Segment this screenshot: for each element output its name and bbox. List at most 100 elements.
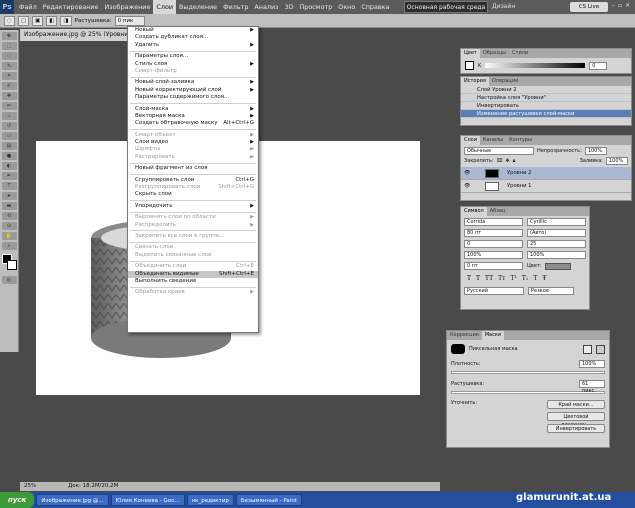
history-row[interactable]: Настройка слоя "Уровни" [461,94,631,102]
menu-1[interactable]: Редактирование [40,0,102,14]
marquee-tool-icon[interactable]: ⬚ [1,42,17,50]
menu-7[interactable]: 3D [282,0,297,14]
type-style-button[interactable]: T [476,275,480,282]
layer-menu-item[interactable]: Векторная маска ▶ [128,113,258,120]
color-swatch[interactable] [465,61,474,70]
taskbar-item[interactable]: Изображение.jpg @... [36,494,109,506]
type-style-button[interactable]: Tт [498,275,505,282]
menu-5[interactable]: Фильтр [220,0,251,14]
type-style-button[interactable]: T [467,275,471,282]
pixel-mask-icon[interactable] [583,344,592,354]
blend-mode-select[interactable]: Обычные [464,147,534,155]
opacity-input[interactable]: 100% [584,147,607,155]
type-style-button[interactable]: T¹ [510,275,516,282]
layer-row[interactable]: 👁︎ Уровни 2 [461,167,631,180]
layer-menu-item[interactable]: Слои видео ▶ [128,139,258,146]
layer-menu-item[interactable]: Удалить ▶ [128,42,258,49]
history-row[interactable]: Изменение растушевки слой-маски [461,110,631,118]
taskbar-item[interactable]: Юлия Конеева - Goo... [110,494,185,506]
tracking-input[interactable]: 25 [527,240,586,248]
intersect-selection-icon[interactable]: ◨ [60,15,72,26]
3d-camera-tool-icon[interactable]: ⊙ [1,222,17,230]
layer-menu-item[interactable]: Объединить слои Ctrl+E [128,263,258,270]
font-style-select[interactable]: Cyrillic [527,218,586,226]
vector-mask-icon[interactable] [596,344,605,354]
taskbar-item[interactable]: нк_редактир [186,494,234,506]
layer-menu-item[interactable]: Новый ▶ [128,27,258,34]
menu-10[interactable]: Справка [358,0,392,14]
type-style-button[interactable]: T₁ [522,275,528,282]
subtract-selection-icon[interactable]: ◧ [46,15,58,26]
design-workspace-button[interactable]: Дизайн [492,3,515,10]
layer-menu-item[interactable]: Связать слои [128,244,258,251]
layer-menu-item[interactable]: Скрыть слои [128,191,258,198]
menu-0[interactable]: Файл [16,0,40,14]
shape-tool-icon[interactable]: ▬ [1,202,17,210]
layer-menu-item[interactable]: Закрепить все слои в группе... [128,233,258,240]
horizontal-scale-input[interactable]: 100% [527,251,586,259]
hand-tool-icon[interactable]: ✋ [1,232,17,240]
type-style-button[interactable]: T [533,275,537,282]
layer-menu-item[interactable]: Упорядочить ▶ [128,203,258,210]
quick-mask-icon[interactable]: ◎ [1,276,17,284]
eye-icon[interactable]: 👁︎ [464,167,470,180]
eraser-tool-icon[interactable]: ▭ [1,132,17,140]
type-style-button[interactable]: TT [485,275,493,282]
color-swatches[interactable] [1,254,17,270]
eyedropper-tool-icon[interactable]: ✐ [1,82,17,90]
layer-menu-item[interactable]: Параметры слоя... [128,53,258,60]
color-tab-2[interactable]: Стили [509,49,531,58]
lock-position-icon[interactable]: ✥ [505,158,509,164]
background-color-swatch[interactable] [6,260,17,270]
kerning-input[interactable]: 0 [464,240,523,248]
layer-menu-item[interactable]: Шрифты ▶ [128,146,258,153]
history-tab-1[interactable]: Операции [489,77,521,86]
font-size-input[interactable]: 80 пт [464,229,523,237]
lock-pixels-icon[interactable]: ⌧ [497,158,503,164]
layer-name[interactable]: Уровни 2 [507,170,531,176]
layers-tab-0[interactable]: Слои [461,136,480,145]
crop-tool-icon[interactable]: ⌗ [1,72,17,80]
layer-menu-item[interactable]: Объединить видимые Shift+Ctrl+E [128,270,258,278]
history-tab-0[interactable]: История [461,77,489,86]
layer-name[interactable]: Уровни 1 [507,183,531,189]
healing-brush-tool-icon[interactable]: ✚ [1,92,17,100]
menu-3[interactable]: Слои [153,0,177,14]
clone-stamp-tool-icon[interactable]: ⊥ [1,112,17,120]
layer-menu-item[interactable]: Смарт-объект ▶ [128,132,258,139]
language-select[interactable]: Русский [464,287,524,295]
menu-4[interactable]: Выделение [176,0,220,14]
dodge-tool-icon[interactable]: ◐ [1,162,17,170]
mask-edge-button[interactable]: Край маски... [547,400,605,409]
baseline-shift-input[interactable]: 0 пт [464,262,523,270]
k-value-input[interactable]: 0 [589,61,608,70]
menu-9[interactable]: Окно [335,0,358,14]
color-tab-0[interactable]: Цвет [461,49,480,58]
layer-menu-item[interactable]: Распределить ▶ [128,222,258,229]
3d-rotate-tool-icon[interactable]: ⟲ [1,212,17,220]
color-range-button[interactable]: Цветовой диапазон... [547,412,605,428]
start-button[interactable]: пуск [0,492,35,508]
layer-menu-item[interactable]: Новый слой-заливка ▶ [128,79,258,86]
layer-menu-item[interactable]: Новый фрагмент из слоя [128,165,258,172]
character-tab-1[interactable]: Абзац [487,207,509,216]
layer-menu-item[interactable]: Слой-маска ▶ [128,106,258,113]
taskbar-item[interactable]: Безымянный - Paint [235,494,302,506]
eye-icon[interactable]: 👁︎ [464,180,470,193]
window-controls[interactable]: –▫✕ [612,2,633,9]
pen-tool-icon[interactable]: ✒ [1,172,17,180]
layer-menu-item[interactable]: Выделить связанные слои [128,252,258,259]
layers-tab-1[interactable]: Каналы [480,136,506,145]
brush-tool-icon[interactable]: ✏ [1,102,17,110]
layer-menu-item[interactable]: Растрировать ▶ [128,154,258,161]
zoom-tool-icon[interactable]: ⌕ [1,242,17,250]
character-tab-0[interactable]: Символ [461,207,487,216]
layer-menu-item[interactable]: Параметры содержимого слоя... [128,94,258,101]
masks-tab-0[interactable]: Коррекция [447,331,482,340]
layer-menu-item[interactable]: Создать дубликат слоя... [128,34,258,41]
layer-menu-item[interactable]: Выполнить сведение [128,278,258,285]
layer-menu-item[interactable]: Смарт-фильтр [128,68,258,75]
workspace-switcher-button[interactable]: Основная рабочая среда [404,1,488,13]
add-selection-icon[interactable]: ▣ [32,15,44,26]
lasso-tool-preset-icon[interactable]: ◌ [4,15,15,26]
